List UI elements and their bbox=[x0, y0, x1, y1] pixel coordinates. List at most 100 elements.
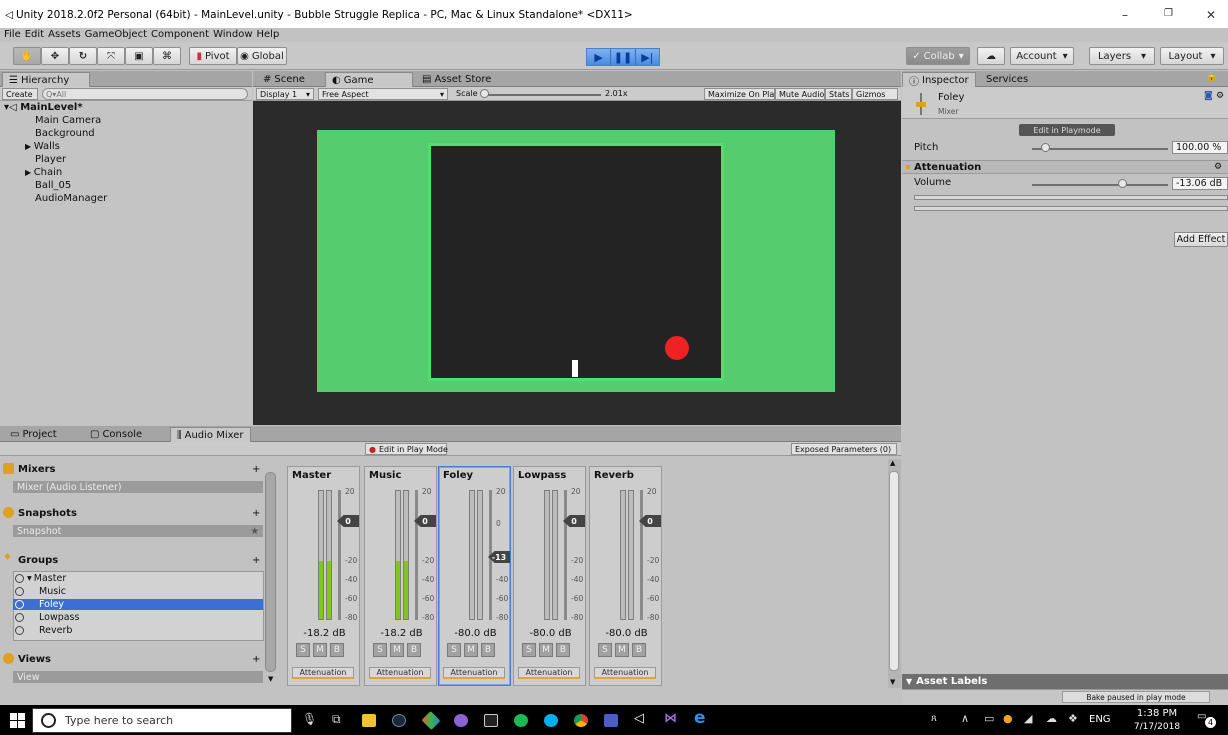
mute-button[interactable]: M bbox=[464, 643, 478, 657]
scale-slider-thumb[interactable] bbox=[480, 89, 489, 98]
jetbrains-icon[interactable] bbox=[484, 714, 498, 727]
groups-section-header[interactable]: ♦ Groups + bbox=[0, 550, 262, 570]
notifications-icon[interactable]: ▭ 4 bbox=[1197, 711, 1216, 729]
menu-edit[interactable]: Edit bbox=[25, 29, 44, 40]
solo-button[interactable]: S bbox=[598, 643, 612, 657]
gear-icon[interactable]: ⚙ bbox=[1214, 162, 1222, 172]
eye-icon[interactable] bbox=[15, 587, 24, 596]
attenuation-effect-slot[interactable]: Attenuation bbox=[292, 667, 354, 679]
tab-project[interactable]: ▭ Project bbox=[4, 427, 63, 442]
scale-tool-icon[interactable]: ⤧ bbox=[97, 47, 125, 65]
steam-icon[interactable] bbox=[392, 714, 406, 727]
mixers-section-header[interactable]: Mixers + bbox=[0, 459, 262, 479]
plus-icon[interactable]: + bbox=[252, 654, 260, 665]
stats-toggle[interactable]: Stats bbox=[825, 88, 852, 100]
volume-fader-track[interactable] bbox=[564, 490, 567, 620]
mixer-scroll-thumb[interactable] bbox=[889, 471, 899, 671]
asset-labels-bar[interactable]: ▼ Asset Labels bbox=[902, 674, 1228, 689]
mixer-scrollbar[interactable]: ▲ ▼ bbox=[888, 459, 901, 688]
rotate-tool-icon[interactable]: ↻ bbox=[69, 47, 97, 65]
volume-value-field[interactable]: -13.06 dB bbox=[1172, 177, 1228, 190]
edit-in-playmode-button[interactable]: Edit in Playmode bbox=[1019, 124, 1115, 136]
mixer-list-item[interactable]: Mixer (Audio Listener) bbox=[13, 481, 263, 493]
exposed-parameters-dropdown[interactable]: Exposed Parameters (0) bbox=[791, 443, 897, 455]
tab-game[interactable]: ◐ Game bbox=[325, 72, 413, 87]
layers-dropdown[interactable]: Layers ▾ bbox=[1089, 47, 1155, 65]
wifi-icon[interactable]: ◢ bbox=[1024, 712, 1032, 725]
hand-tool-icon[interactable]: ✋ bbox=[13, 47, 41, 65]
solo-button[interactable]: S bbox=[373, 643, 387, 657]
solo-button[interactable]: S bbox=[447, 643, 461, 657]
tab-audio-mixer[interactable]: ⫼ Audio Mixer bbox=[170, 427, 251, 442]
create-dropdown[interactable]: Create bbox=[2, 88, 38, 100]
plus-icon[interactable]: + bbox=[252, 464, 260, 475]
mute-button[interactable]: M bbox=[313, 643, 327, 657]
lock-icon[interactable]: 🔒 bbox=[1206, 72, 1217, 82]
rect-tool-icon[interactable]: ▣ bbox=[125, 47, 153, 65]
close-button[interactable]: ✕ bbox=[1206, 8, 1216, 22]
mixer-strip-music[interactable]: Music200-20-40-60-800-18.2 dBSMBAttenuat… bbox=[364, 466, 437, 686]
bypass-button[interactable]: B bbox=[407, 643, 421, 657]
display-dropdown[interactable]: Display 1 ▾ bbox=[256, 88, 314, 100]
attenuation-effect-slot[interactable]: Attenuation bbox=[594, 667, 656, 679]
clock-date[interactable]: 7/17/2018 bbox=[1132, 722, 1182, 732]
attenuation-effect-slot[interactable]: Attenuation bbox=[443, 667, 505, 679]
photos-icon[interactable] bbox=[604, 714, 618, 727]
step-button[interactable]: ▶| bbox=[635, 49, 659, 65]
mixer-strip-master[interactable]: Master200-20-40-60-800-18.2 dBSMBAttenua… bbox=[287, 466, 360, 686]
visual-studio-icon[interactable]: ⋈ bbox=[664, 711, 677, 726]
snapshots-section-header[interactable]: Snapshots + bbox=[0, 503, 262, 523]
help-icon[interactable]: ◙ bbox=[1204, 91, 1213, 101]
mute-button[interactable]: M bbox=[539, 643, 553, 657]
hierarchy-item[interactable]: AudioManager bbox=[35, 193, 107, 204]
plus-icon[interactable]: + bbox=[252, 555, 260, 566]
mixer-strip-foley[interactable]: Foley200-20-40-60-80-13-80.0 dBSMBAttenu… bbox=[438, 466, 511, 686]
language-indicator[interactable]: ENG bbox=[1089, 714, 1111, 725]
pitch-slider[interactable] bbox=[1032, 148, 1168, 150]
bypass-button[interactable]: B bbox=[481, 643, 495, 657]
plus-icon[interactable]: + bbox=[252, 508, 260, 519]
pitch-slider-thumb[interactable] bbox=[1041, 143, 1050, 152]
volume-slider[interactable] bbox=[1032, 184, 1168, 186]
menu-file[interactable]: File bbox=[4, 29, 21, 40]
unity-taskbar-icon[interactable]: ◁ bbox=[634, 711, 644, 726]
menu-assets[interactable]: Assets bbox=[48, 29, 81, 40]
pause-button[interactable]: ❚❚ bbox=[611, 49, 636, 65]
bypass-button[interactable]: B bbox=[330, 643, 344, 657]
mute-button[interactable]: M bbox=[615, 643, 629, 657]
account-dropdown[interactable]: Account ▾ bbox=[1010, 47, 1074, 65]
group-item-reverb[interactable]: Reverb bbox=[13, 625, 263, 636]
volume-slider-thumb[interactable] bbox=[1118, 179, 1127, 188]
tab-inspector[interactable]: ⓘ Inspector bbox=[902, 72, 976, 88]
gear-icon[interactable]: ⚙ bbox=[1216, 91, 1224, 101]
cloud-icon[interactable]: ☁ bbox=[977, 47, 1005, 65]
hierarchy-item[interactable]: Ball_05 bbox=[35, 180, 71, 191]
volume-fader-track[interactable] bbox=[338, 490, 341, 620]
attenuation-effect-slot[interactable]: Attenuation bbox=[369, 667, 431, 679]
snapshot-list-item[interactable]: Snapshot ★ bbox=[13, 525, 263, 537]
star-icon[interactable]: ★ bbox=[250, 526, 259, 537]
tray-app-icon[interactable]: ● bbox=[1003, 712, 1013, 725]
menu-component[interactable]: Component bbox=[151, 29, 209, 40]
tab-services[interactable]: Services bbox=[980, 72, 1034, 87]
file-explorer-icon[interactable] bbox=[362, 714, 376, 727]
attenuation-header[interactable]: Attenuation ⚙ bbox=[902, 160, 1228, 174]
hierarchy-item[interactable]: Main Camera bbox=[35, 115, 101, 126]
transform-tool-icon[interactable]: ⌘ bbox=[153, 47, 181, 65]
people-icon[interactable]: ጸ bbox=[931, 713, 937, 724]
collab-button[interactable]: ✓ Collab ▾ bbox=[906, 47, 970, 65]
microphone-icon[interactable]: 🎙 bbox=[302, 712, 317, 726]
group-item-foley[interactable]: Foley bbox=[13, 599, 263, 610]
attenuation-effect-slot[interactable]: Attenuation bbox=[518, 667, 580, 679]
scroll-up-icon[interactable]: ▲ bbox=[890, 459, 895, 467]
tab-console[interactable]: ▢ Console bbox=[84, 427, 148, 442]
solo-button[interactable]: S bbox=[296, 643, 310, 657]
hierarchy-item[interactable]: Background bbox=[35, 128, 95, 139]
solo-button[interactable]: S bbox=[522, 643, 536, 657]
group-item-master[interactable]: ▾ Master bbox=[13, 573, 263, 584]
mixer-strip-lowpass[interactable]: Lowpass200-20-40-60-800-80.0 dBSMBAttenu… bbox=[513, 466, 586, 686]
group-item-music[interactable]: Music bbox=[13, 586, 263, 597]
view-list-item[interactable]: View bbox=[13, 671, 263, 683]
hierarchy-item[interactable]: ▶ Walls bbox=[25, 141, 60, 152]
play-button[interactable]: ▶ bbox=[587, 49, 612, 65]
